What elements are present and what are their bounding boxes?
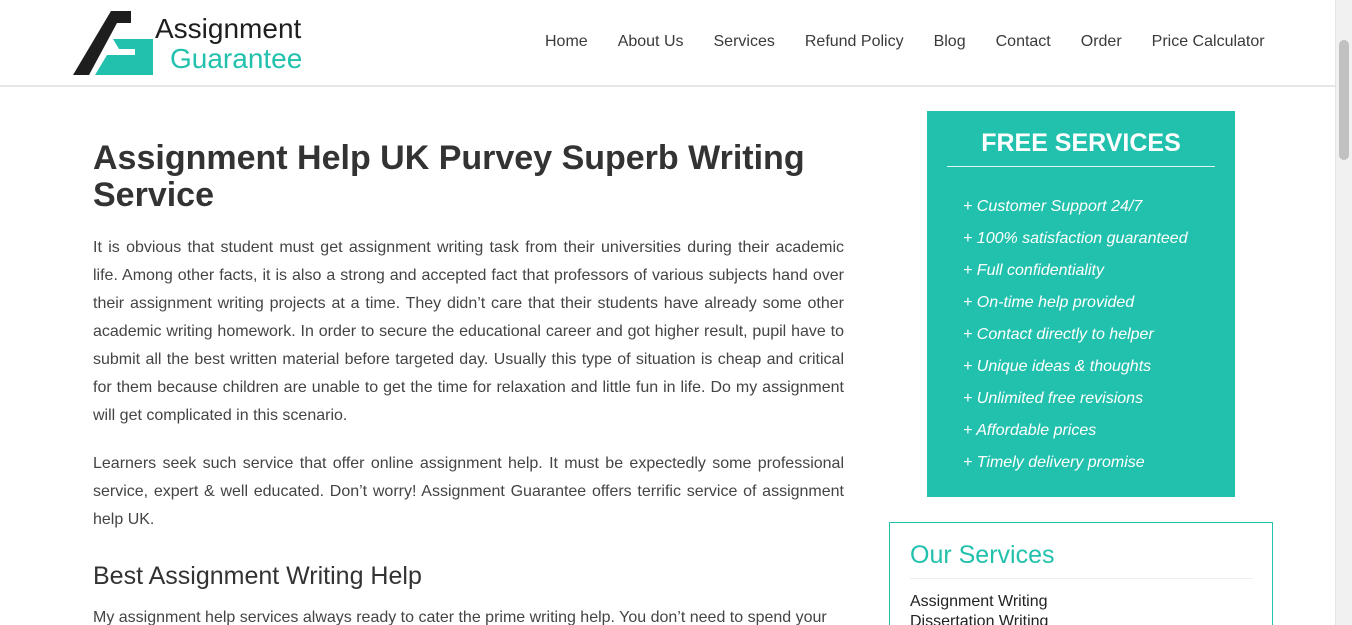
free-service-item: + Full confidentiality (963, 262, 1104, 279)
scrollbar-thumb[interactable] (1339, 40, 1349, 160)
nav-contact[interactable]: Contact (996, 31, 1051, 53)
main-article: Assignment Help UK Purvey Superb Writing… (93, 140, 844, 625)
free-service-item: + Unique ideas & thoughts (963, 358, 1152, 375)
free-service-item: + Affordable prices (963, 422, 1097, 439)
free-service-item: + Timely delivery promise (963, 454, 1145, 471)
section-heading: Best Assignment Writing Help (93, 562, 422, 590)
our-services-title: Our Services (910, 541, 1253, 579)
article-paragraph: Learners seek such service that offer on… (93, 455, 844, 528)
free-service-item: + 100% satisfaction guaranteed (963, 230, 1188, 247)
our-services-box: Our Services Assignment Writing Disserta… (889, 522, 1273, 625)
free-service-item: + On-time help provided (963, 294, 1135, 311)
free-services-list: + Customer Support 24/7 + 100% satisfact… (963, 191, 1188, 479)
our-services-list: Assignment Writing Dissertation Writing (910, 592, 1048, 625)
free-services-title: FREE SERVICES (947, 129, 1215, 167)
site-logo[interactable]: Assignment Guarantee (73, 9, 313, 79)
nav-about-us[interactable]: About Us (618, 31, 684, 53)
logo-mark-icon (73, 11, 153, 75)
page-scrollbar[interactable] (1335, 0, 1352, 625)
free-services-box: FREE SERVICES + Customer Support 24/7 + … (927, 111, 1235, 497)
logo-text-secondary: Guarantee (170, 43, 303, 74)
service-link-assignment-writing[interactable]: Assignment Writing (910, 592, 1048, 612)
main-nav: Home About Us Services Refund Policy Blo… (530, 31, 1280, 53)
article-paragraph: My assignment help services always ready… (93, 609, 827, 625)
free-service-item: + Unlimited free revisions (963, 390, 1144, 407)
nav-order[interactable]: Order (1081, 31, 1122, 53)
logo-text-primary: Assignment (155, 13, 302, 44)
page-title: Assignment Help UK Purvey Superb Writing… (93, 139, 805, 214)
nav-blog[interactable]: Blog (934, 31, 966, 53)
free-service-item: + Customer Support 24/7 (963, 198, 1143, 215)
nav-home[interactable]: Home (545, 31, 588, 53)
article-paragraph: It is obvious that student must get assi… (93, 239, 844, 424)
site-header: Assignment Guarantee Home About Us Servi… (0, 0, 1352, 87)
service-link-dissertation-writing[interactable]: Dissertation Writing (910, 612, 1048, 625)
nav-price-calculator[interactable]: Price Calculator (1152, 31, 1265, 53)
nav-services[interactable]: Services (714, 31, 775, 53)
free-service-item: + Contact directly to helper (963, 326, 1154, 343)
nav-refund-policy[interactable]: Refund Policy (805, 31, 904, 53)
